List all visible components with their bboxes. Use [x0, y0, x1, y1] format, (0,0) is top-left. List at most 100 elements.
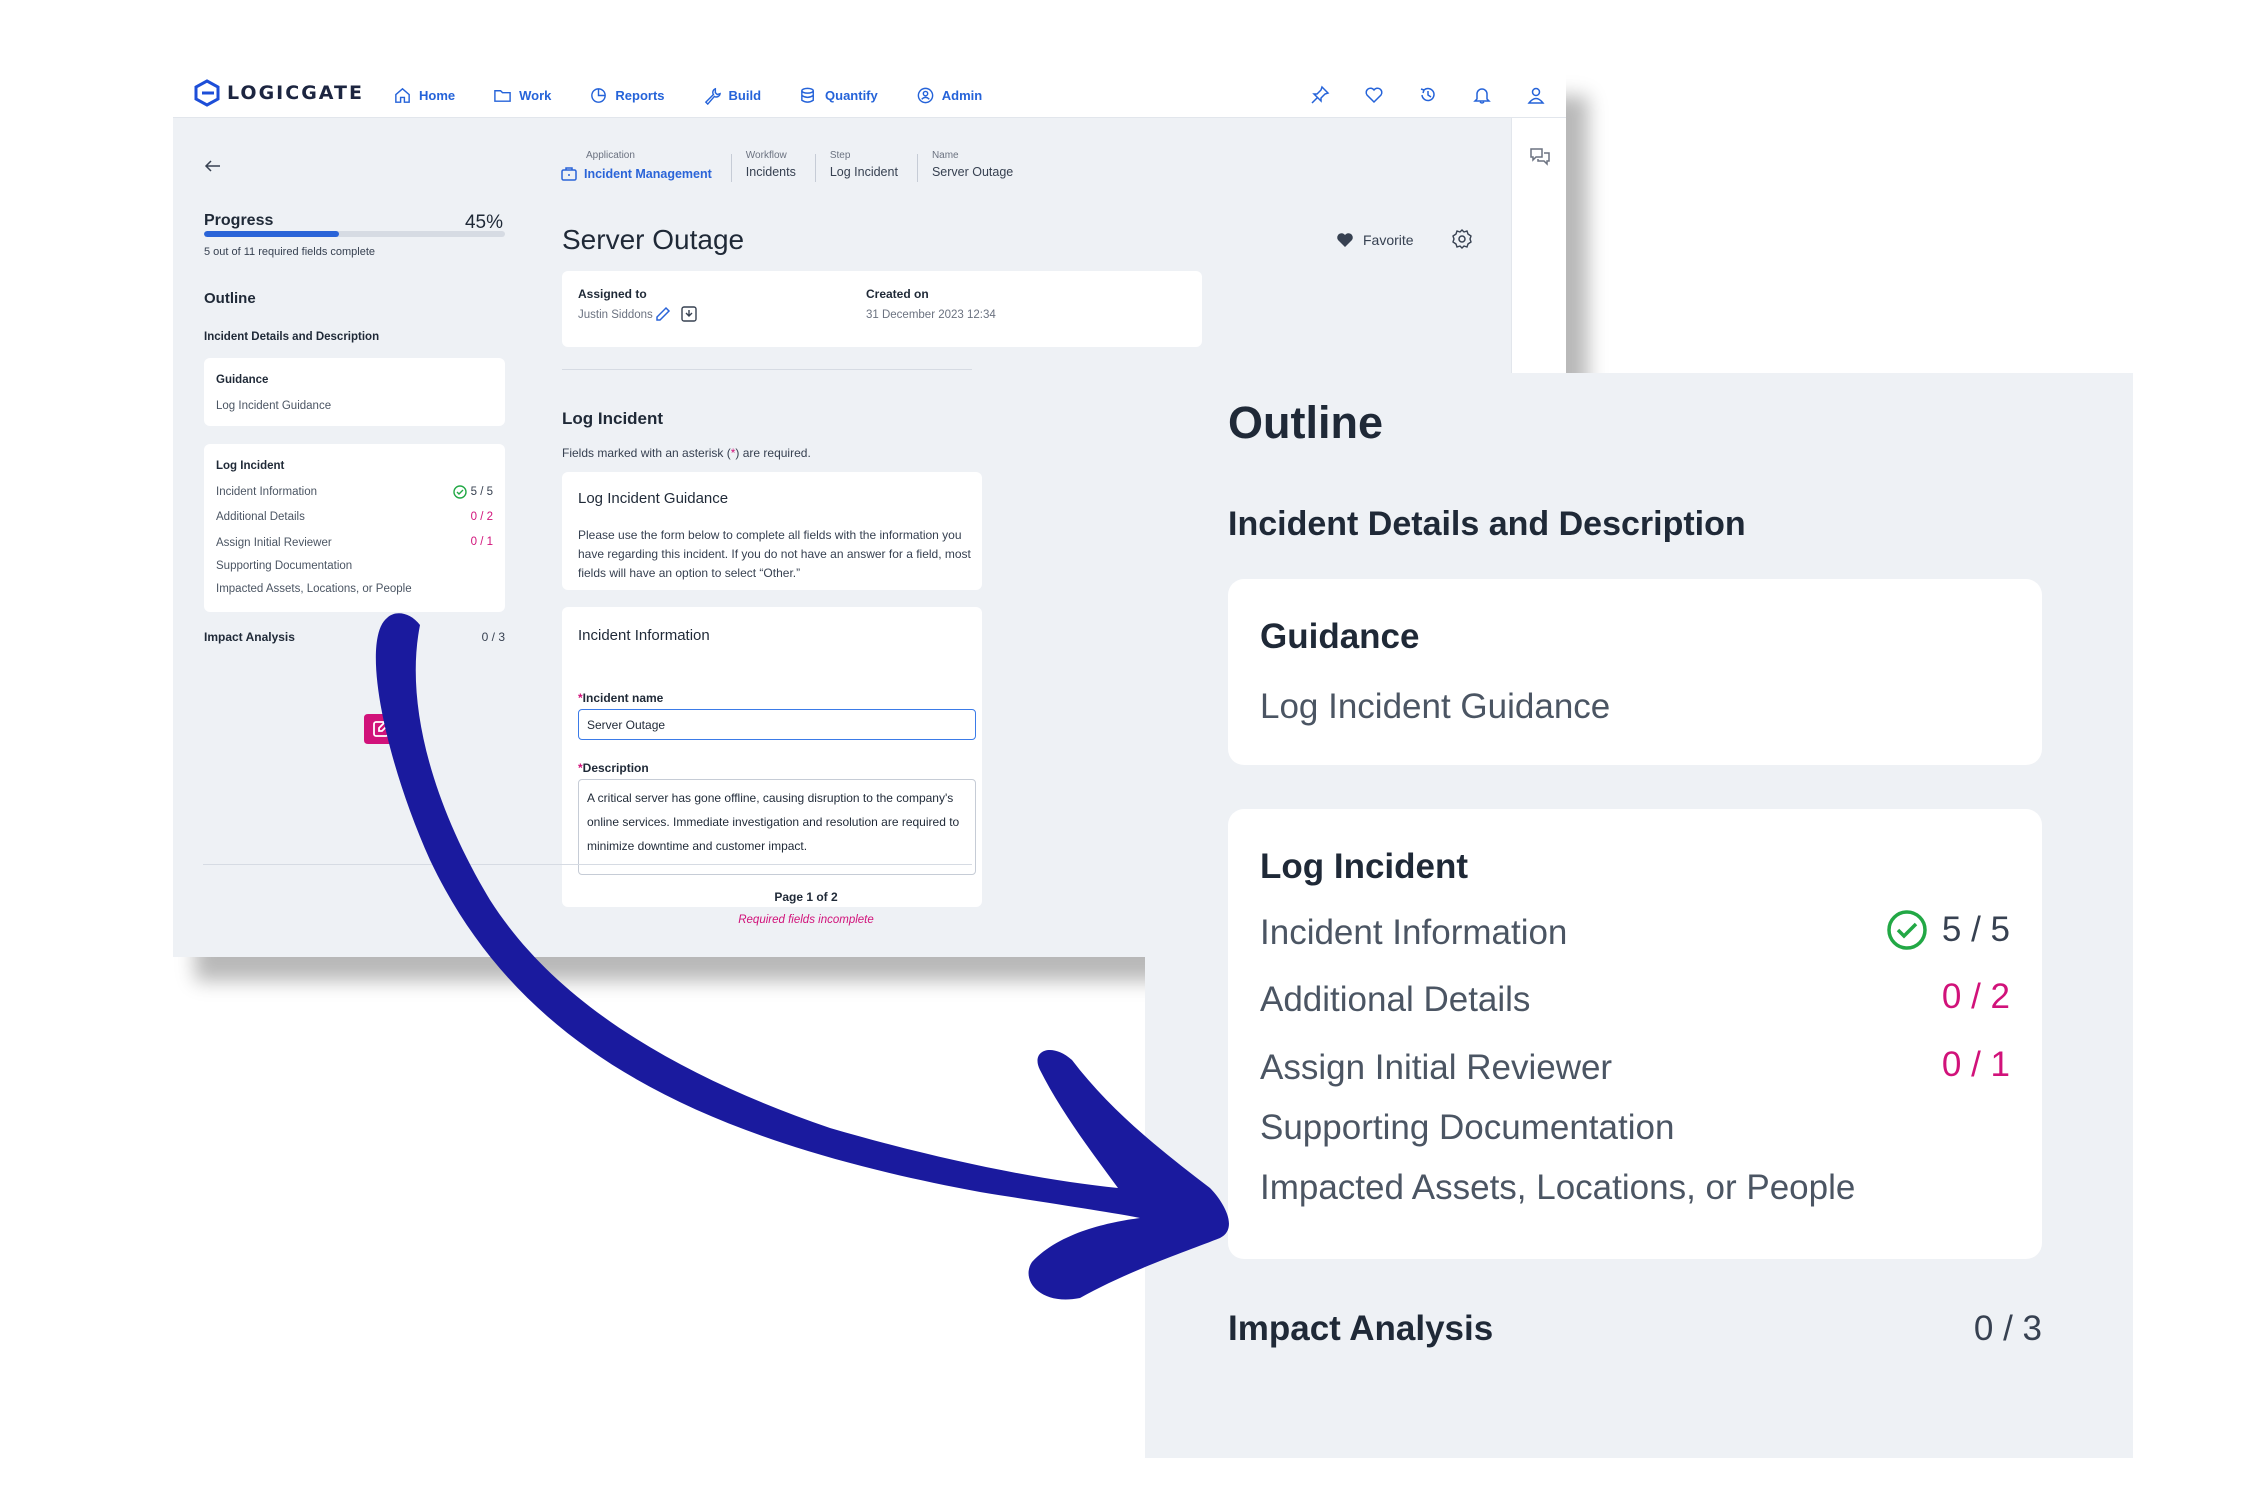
nav-build[interactable]: Build	[703, 86, 762, 105]
breadcrumb-key: Step	[829, 150, 851, 161]
user-icon[interactable]	[1526, 85, 1546, 105]
outline-impact-analysis-value: 0 / 3	[481, 630, 505, 644]
home-icon	[395, 87, 410, 103]
outline-log-card: Log Incident Incident Information 5 / 5 …	[204, 444, 505, 612]
zoom-item-additional-details[interactable]: Additional Details	[1260, 980, 1530, 1020]
zoom-item-supporting-documentation[interactable]: Supporting Documentation	[1260, 1108, 1674, 1148]
check-circle-icon	[1887, 910, 1927, 950]
favorite-button[interactable]: Favorite	[1335, 230, 1414, 250]
zoom-item-assign-initial-reviewer[interactable]: Assign Initial Reviewer	[1260, 1048, 1612, 1088]
outline-heading: Outline	[204, 290, 256, 307]
progress-bar-fill	[204, 231, 340, 237]
outline-item-assign-initial-reviewer[interactable]: Assign Initial Reviewer	[216, 537, 332, 549]
progress-summary: 5 out of 11 required fields complete	[204, 246, 376, 258]
outline-item-supporting-documentation[interactable]: Supporting Documentation	[216, 560, 352, 572]
nav-work[interactable]: Work	[493, 86, 551, 105]
zoom-guidance-card[interactable]: Guidance Log Incident Guidance	[1228, 579, 2042, 765]
breadcrumb-value: Incidents	[745, 165, 796, 179]
pin-icon[interactable]	[1310, 85, 1330, 105]
gear-icon[interactable]	[1451, 228, 1473, 250]
breadcrumb-key: Workflow	[745, 150, 787, 161]
outline-impact-analysis[interactable]: Impact Analysis	[204, 630, 295, 644]
created-on-value: 31 December 2023 12:34	[866, 309, 996, 321]
logo[interactable]: LOGICGATE	[193, 79, 364, 107]
logicgate-logo-icon	[194, 79, 220, 107]
database-icon	[801, 87, 814, 103]
outline-item-impacted-assets[interactable]: Impacted Assets, Locations, or People	[216, 583, 412, 595]
zoom-impact-analysis[interactable]: Impact Analysis	[1228, 1309, 1493, 1349]
heart-filled-icon	[1337, 233, 1353, 247]
breadcrumb-workflow[interactable]: Workflow Incidents	[746, 150, 816, 183]
heart-icon[interactable]	[1364, 85, 1384, 105]
shield-user-icon	[917, 87, 934, 103]
nav-quantify-label: Quantify	[825, 87, 878, 103]
breadcrumb-application[interactable]: Application Incident Management	[560, 150, 732, 183]
wrench-icon	[704, 87, 721, 105]
log-incident-title[interactable]: Log Incident	[216, 460, 284, 472]
breadcrumb-key: Name	[931, 150, 959, 161]
description-textarea[interactable]: A critical server has gone offline, caus…	[578, 779, 976, 875]
guidance-card-text: Please use the form below to complete al…	[578, 528, 971, 580]
top-navigation: LOGICGATE Home Work Reports Build Quanti…	[173, 72, 1566, 118]
breadcrumb-step[interactable]: Step Log Incident	[829, 150, 919, 183]
zoom-log-card: Log Incident Incident Information 5 / 5 …	[1228, 809, 2042, 1259]
assign-download-icon[interactable]	[680, 305, 698, 323]
breadcrumb: Application Incident Management Workflow…	[560, 150, 1047, 183]
comments-icon[interactable]	[1529, 146, 1551, 168]
outline-item-additional-details[interactable]: Additional Details	[216, 511, 305, 523]
pencil-icon[interactable]	[654, 305, 672, 323]
breadcrumb-key: Application	[586, 150, 635, 161]
breadcrumb-value: Log Incident	[829, 165, 898, 179]
outline-zoom-panel: Outline Incident Details and Description…	[1145, 373, 2133, 1458]
nav-home[interactable]: Home	[393, 86, 455, 105]
assignment-card: Assigned to Justin Siddons Created on 31…	[562, 271, 1202, 347]
description-label-text: Description	[582, 761, 649, 775]
outline-item-incident-information[interactable]: Incident Information	[216, 486, 317, 498]
nav-work-label: Work	[519, 87, 552, 103]
required-incomplete-status: Required fields incomplete	[738, 914, 874, 926]
footer-divider	[203, 864, 972, 865]
back-arrow-icon[interactable]	[203, 156, 223, 176]
divider	[562, 369, 972, 370]
nav-admin[interactable]: Admin	[916, 86, 982, 105]
nav-build-label: Build	[728, 87, 762, 103]
nav-quantify[interactable]: Quantify	[799, 86, 878, 105]
zoom-value-text: 5 / 5	[1941, 910, 2010, 949]
edit-flag-icon[interactable]	[364, 714, 408, 744]
zoom-value-incident-information: 5 / 5	[1886, 909, 2010, 951]
progress-title: Progress	[204, 212, 274, 229]
guidance-item[interactable]: Log Incident Guidance	[216, 400, 331, 412]
zoom-item-incident-information[interactable]: Incident Information	[1260, 913, 1567, 953]
zoom-section-title[interactable]: Incident Details and Description	[1228, 505, 1746, 544]
zoom-value-additional-details: 0 / 2	[1941, 977, 2010, 1016]
zoom-impact-analysis-value: 0 / 3	[1973, 1309, 2042, 1348]
progress-bar	[204, 231, 505, 237]
history-icon[interactable]	[1418, 85, 1438, 105]
bell-icon[interactable]	[1472, 85, 1492, 105]
outline-section-title[interactable]: Incident Details and Description	[204, 331, 379, 343]
zoom-log-title[interactable]: Log Incident	[1260, 847, 1468, 887]
nav-reports[interactable]: Reports	[589, 86, 665, 105]
logo-text: LOGICGATE	[227, 82, 364, 104]
incident-name-input[interactable]	[578, 709, 976, 740]
created-on-label: Created on	[866, 287, 929, 301]
guidance-card-title: Log Incident Guidance	[578, 490, 729, 507]
outline-value-incident-information: 5 / 5	[452, 485, 493, 499]
incident-information-title: Incident Information	[578, 627, 710, 644]
zoom-guidance-title: Guidance	[1260, 617, 1420, 656]
outline-guidance-card[interactable]: Guidance Log Incident Guidance	[204, 358, 505, 426]
zoom-guidance-item[interactable]: Log Incident Guidance	[1260, 687, 1610, 727]
outline-value-assign-initial-reviewer: 0 / 1	[470, 536, 493, 548]
required-note-post: ) are required.	[735, 446, 811, 460]
required-note-pre: Fields marked with an asterisk (	[562, 446, 731, 460]
form-section-title: Log Incident	[562, 409, 664, 428]
main-nav: Home Work Reports Build Quantify Admin	[393, 72, 982, 118]
check-circle-icon	[452, 485, 467, 499]
nav-home-label: Home	[419, 87, 456, 103]
outline-value-text: 5 / 5	[470, 486, 493, 498]
assigned-to-value: Justin Siddons	[578, 309, 653, 321]
outline-sidebar: Progress 45% 5 out of 11 required fields…	[173, 118, 518, 957]
nav-admin-label: Admin	[941, 87, 983, 103]
outline-value-additional-details: 0 / 2	[470, 511, 493, 523]
zoom-item-impacted-assets[interactable]: Impacted Assets, Locations, or People	[1260, 1168, 1855, 1208]
